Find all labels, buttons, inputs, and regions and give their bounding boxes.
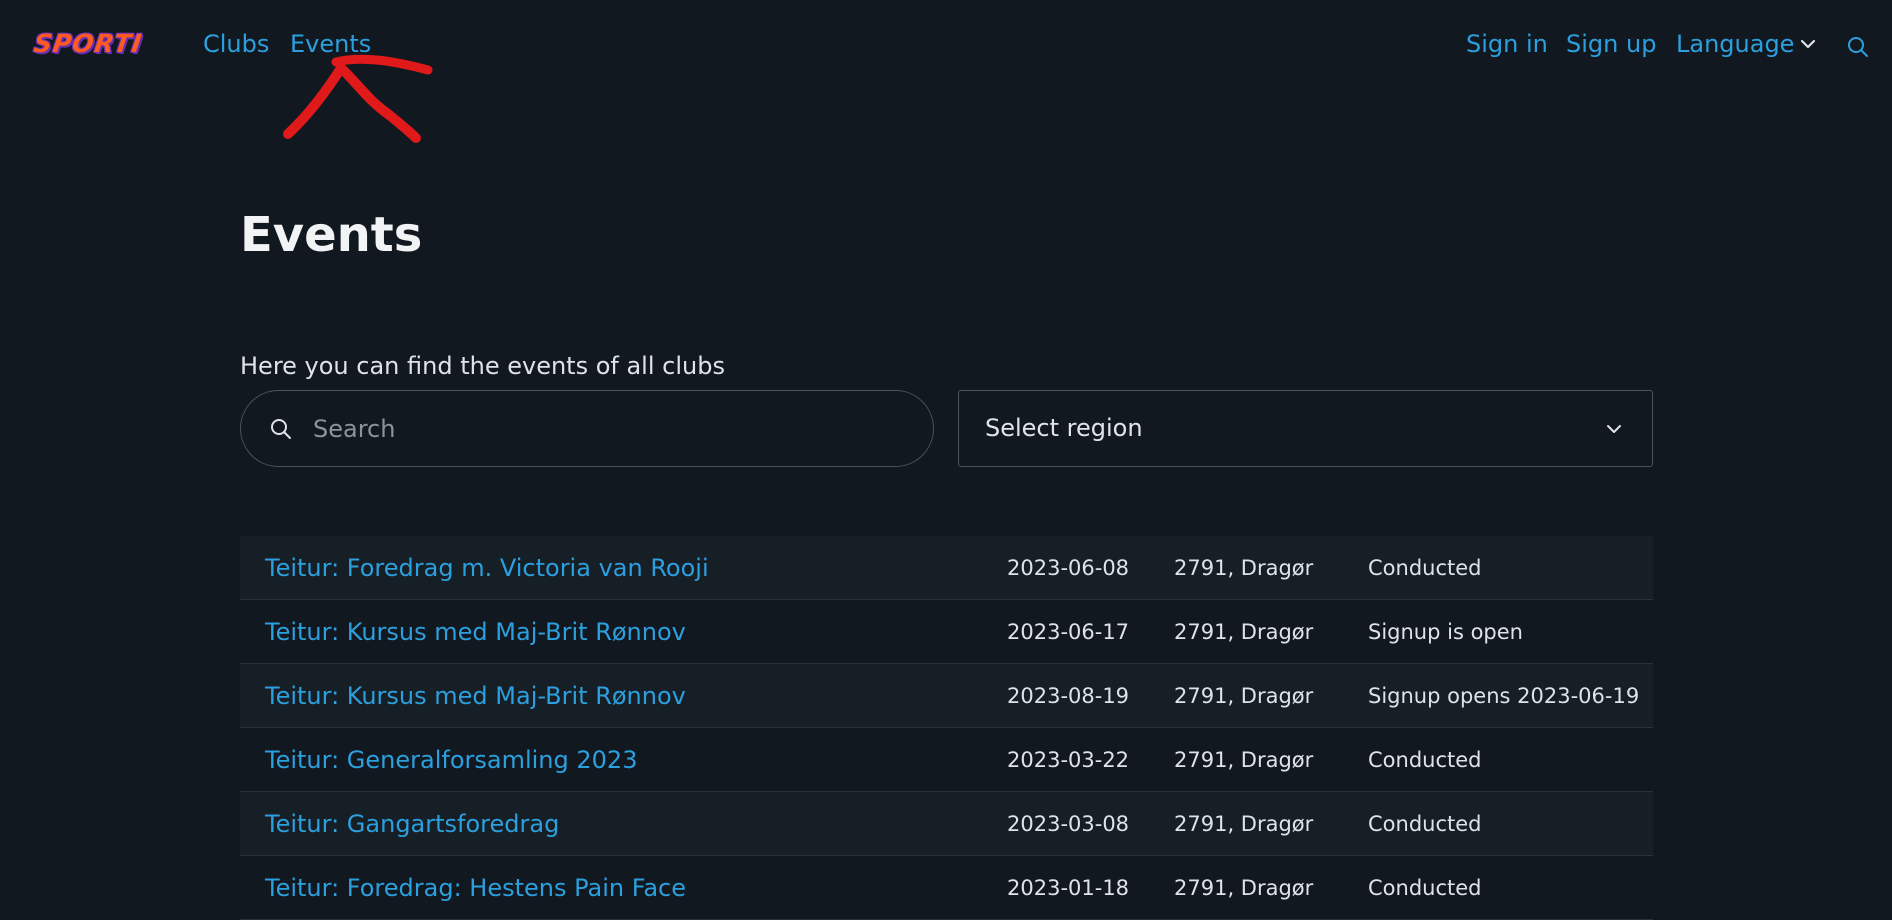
event-name-link[interactable]: Teitur: Foredrag: Hestens Pain Face [265, 856, 686, 920]
language-dropdown[interactable]: Language [1676, 28, 1794, 60]
table-row: Teitur: Foredrag m. Victoria van Rooji 2… [240, 536, 1653, 600]
page-title: Events [240, 207, 423, 263]
event-date: 2023-03-22 [1007, 748, 1130, 772]
chevron-down-icon [1607, 425, 1621, 433]
event-name-link[interactable]: Teitur: Kursus med Maj-Brit Rønnov [265, 600, 686, 664]
table-row: Teitur: Kursus med Maj-Brit Rønnov 2023-… [240, 600, 1653, 664]
event-location: 2791, Dragør [1174, 876, 1314, 900]
event-status: Conducted [1368, 748, 1482, 772]
search-box[interactable] [240, 390, 934, 467]
sporti-logo[interactable]: SPORTI [32, 29, 144, 59]
event-status: Conducted [1368, 876, 1482, 900]
page-intro-text: Here you can find the events of all club… [240, 352, 725, 380]
event-status: Signup opens 2023-06-19 [1368, 684, 1640, 708]
event-date: 2023-06-08 [1007, 556, 1130, 580]
event-location: 2791, Dragør [1174, 620, 1314, 644]
event-name-link[interactable]: Teitur: Kursus med Maj-Brit Rønnov [265, 664, 686, 728]
event-status: Signup is open [1368, 620, 1523, 644]
region-select[interactable]: Select region [958, 390, 1653, 467]
table-row: Teitur: Foredrag: Hestens Pain Face 2023… [240, 856, 1653, 920]
region-select-value: Select region [985, 414, 1143, 442]
event-status: Conducted [1368, 556, 1482, 580]
event-location: 2791, Dragør [1174, 684, 1314, 708]
event-location: 2791, Dragør [1174, 812, 1314, 836]
event-date: 2023-01-18 [1007, 876, 1130, 900]
event-status: Conducted [1368, 812, 1482, 836]
sign-up-link[interactable]: Sign up [1566, 28, 1656, 60]
nav-clubs-link[interactable]: Clubs [203, 28, 269, 60]
table-row: Teitur: Kursus med Maj-Brit Rønnov 2023-… [240, 664, 1653, 728]
chevron-down-icon[interactable] [1798, 34, 1818, 54]
event-date: 2023-06-17 [1007, 620, 1130, 644]
event-name-link[interactable]: Teitur: Foredrag m. Victoria van Rooji [265, 536, 709, 600]
search-icon [271, 419, 291, 439]
event-name-link[interactable]: Teitur: Generalforsamling 2023 [265, 728, 637, 792]
table-row: Teitur: Gangartsforedrag 2023-03-08 2791… [240, 792, 1653, 856]
events-table: Teitur: Foredrag m. Victoria van Rooji 2… [240, 536, 1653, 920]
event-name-link[interactable]: Teitur: Gangartsforedrag [265, 792, 559, 856]
event-date: 2023-08-19 [1007, 684, 1130, 708]
sign-in-link[interactable]: Sign in [1466, 28, 1548, 60]
annotation-arrow-icon [283, 54, 433, 143]
event-location: 2791, Dragør [1174, 748, 1314, 772]
event-date: 2023-03-08 [1007, 812, 1130, 836]
search-icon[interactable] [1846, 35, 1870, 59]
search-input[interactable] [311, 409, 911, 449]
event-location: 2791, Dragør [1174, 556, 1314, 580]
table-row: Teitur: Generalforsamling 2023 2023-03-2… [240, 728, 1653, 792]
